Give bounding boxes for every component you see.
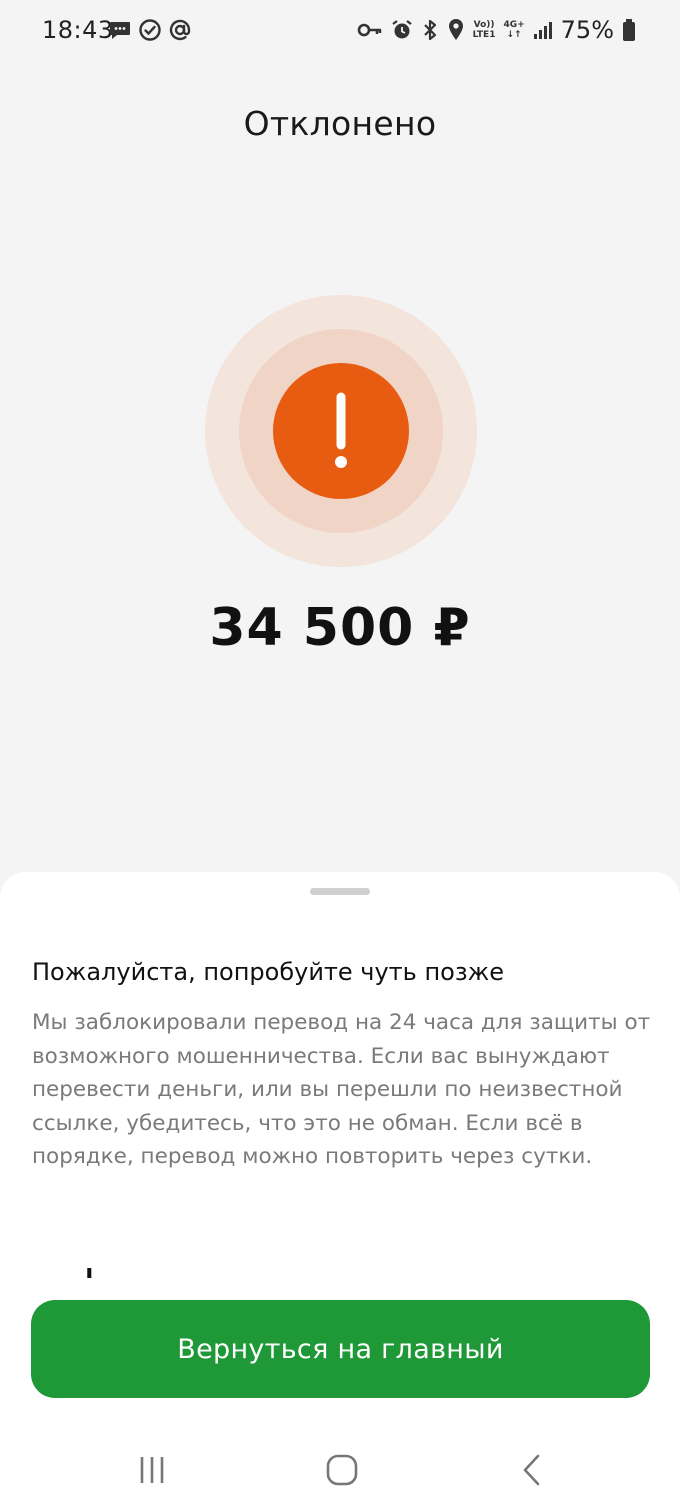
signal-icon bbox=[533, 22, 552, 39]
check-circle-icon bbox=[139, 19, 161, 41]
back-icon bbox=[523, 1454, 540, 1486]
volte-bottom: LTE1 bbox=[472, 30, 496, 40]
system-nav-bar bbox=[0, 1430, 680, 1510]
volte-label: Vo)) LTE1 bbox=[473, 20, 496, 40]
status-right-icons: Vo)) LTE1 4G+ ↓↑ 75% bbox=[357, 16, 636, 44]
battery-percent: 75% bbox=[560, 16, 614, 44]
network-type: 4G+ bbox=[503, 20, 525, 30]
bottom-sheet: Пожалуйста, попробуйте чуть позже Мы заб… bbox=[0, 872, 680, 1511]
sheet-heading: Пожалуйста, попробуйте чуть позже bbox=[32, 958, 504, 986]
home-button[interactable] bbox=[320, 1448, 364, 1492]
exclamation-icon bbox=[335, 392, 347, 468]
data-arrows-icon: ↓↑ bbox=[506, 30, 522, 40]
return-home-button[interactable]: Вернуться на главный bbox=[31, 1300, 650, 1398]
home-icon bbox=[326, 1454, 358, 1486]
location-icon bbox=[448, 19, 463, 40]
alarm-icon bbox=[391, 20, 412, 39]
volte-top: Vo)) bbox=[473, 20, 495, 30]
page-title: Отклонено bbox=[243, 104, 437, 144]
transfer-amount: 34 500 ₽ bbox=[209, 598, 471, 658]
battery-icon bbox=[623, 19, 635, 41]
at-sign-icon bbox=[169, 19, 191, 41]
warning-circle bbox=[273, 363, 409, 499]
status-bar: 18:43 Vo)) LTE1 4G+ ↓↑ 75% bbox=[0, 0, 680, 60]
key-icon bbox=[357, 23, 381, 37]
network-type-label: 4G+ ↓↑ bbox=[503, 20, 524, 40]
bluetooth-icon bbox=[423, 19, 436, 41]
status-time: 18:43 bbox=[42, 16, 114, 44]
warning-badge bbox=[205, 295, 477, 567]
back-button[interactable] bbox=[510, 1448, 554, 1492]
chat-bubble-icon bbox=[110, 22, 130, 39]
screen: 18:43 Vo)) LTE1 4G+ ↓↑ 75% Отклонено 34 … bbox=[0, 0, 680, 1511]
next-section-heading-glyphs: ━ ┍ ╹ bbox=[32, 1268, 652, 1278]
sheet-drag-handle[interactable] bbox=[310, 888, 370, 895]
next-section-heading-cut: ━ ┍ ╹ bbox=[32, 1268, 652, 1278]
recents-button[interactable] bbox=[130, 1448, 174, 1492]
status-left-icons bbox=[108, 18, 192, 42]
recents-icon bbox=[140, 1457, 164, 1483]
sheet-description: Мы заблокировали перевод на 24 часа для … bbox=[32, 1010, 651, 1169]
